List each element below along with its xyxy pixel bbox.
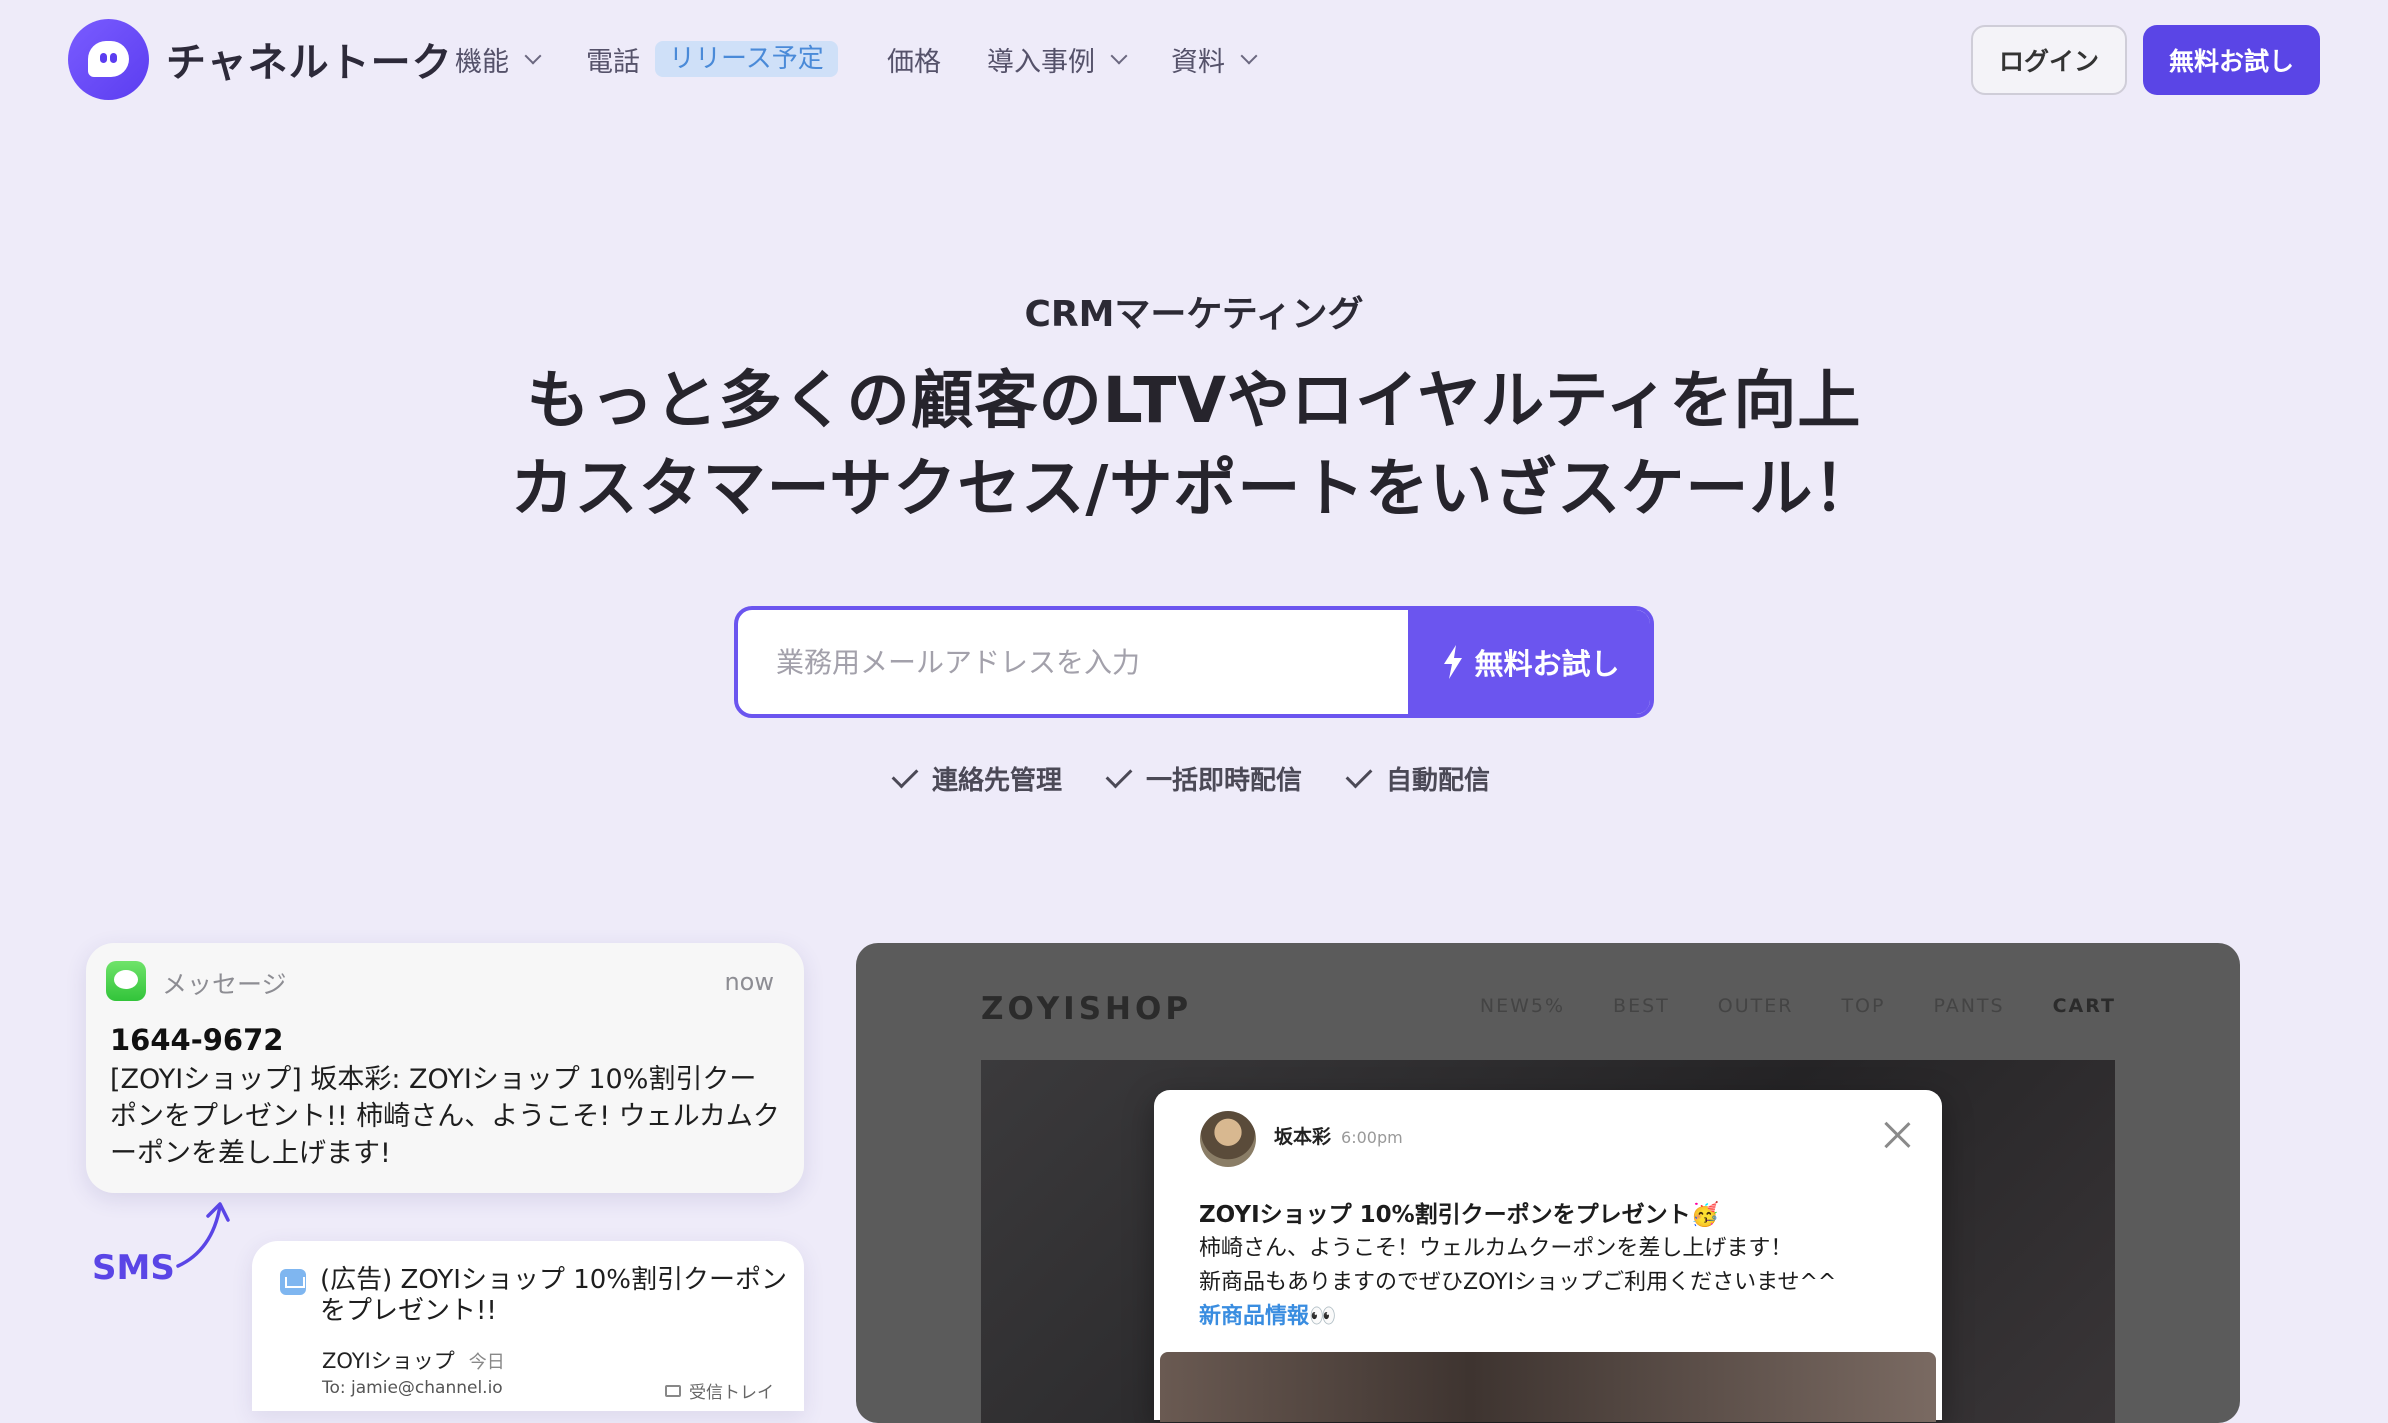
shop-nav-item: BEST bbox=[1613, 995, 1670, 1017]
close-icon[interactable] bbox=[1882, 1120, 1912, 1150]
mail-icon bbox=[280, 1269, 306, 1295]
feature-item: 連絡先管理 bbox=[891, 760, 1062, 797]
nav-item-label: 資料 bbox=[1171, 47, 1225, 78]
email-sender: ZOYIショップ 今日 bbox=[322, 1345, 505, 1375]
signup-form: 無料お試し bbox=[734, 606, 1654, 718]
nav-item-pricing[interactable]: 価格 bbox=[887, 40, 941, 79]
email-input[interactable] bbox=[738, 610, 1408, 714]
feature-label: 連絡先管理 bbox=[931, 766, 1062, 796]
check-icon bbox=[1345, 761, 1373, 788]
nav-item-label: 機能 bbox=[455, 47, 509, 78]
shop-nav-cart: CART bbox=[2052, 995, 2116, 1017]
nav-item-features[interactable]: 機能 bbox=[455, 40, 542, 79]
nav-item-label: 電話 bbox=[586, 47, 640, 78]
avatar bbox=[1200, 1111, 1256, 1167]
shop-nav-item: NEW5% bbox=[1479, 995, 1566, 1017]
popup-image bbox=[1160, 1352, 1936, 1422]
hero-headline-line1: もっと多くの顧客のLTVやロイヤルティを向上 bbox=[526, 364, 1862, 437]
email-recipient: To: jamie@channel.io bbox=[322, 1378, 503, 1398]
nav-item-phone[interactable]: 電話 bbox=[586, 40, 640, 79]
popup-line: 柿崎さん、ようこそ！ウェルカムクーポンを差し上げます！ bbox=[1199, 1236, 1793, 1261]
lightning-icon bbox=[1444, 645, 1463, 679]
folder-icon bbox=[665, 1384, 681, 1397]
sms-notification-card: メッセージ now 1644-9672 [ZOYIショップ] 坂本彩: ZOYI… bbox=[86, 943, 804, 1193]
popup-link[interactable]: 新商品情報👀 bbox=[1199, 1298, 1336, 1330]
email-folder: 受信トレイ bbox=[665, 1378, 774, 1403]
feature-item: 一括即時配信 bbox=[1105, 760, 1302, 797]
messages-app-icon bbox=[106, 961, 146, 1001]
shop-nav-item: PANTS bbox=[1933, 995, 2005, 1017]
shop-logo: ZOYISHOP bbox=[981, 991, 1193, 1027]
popup-time: 6:00pm bbox=[1341, 1128, 1403, 1147]
chevron-down-icon bbox=[1240, 47, 1258, 64]
popup-title: ZOYIショップ 10%割引クーポンをプレゼント🥳 bbox=[1199, 1202, 1720, 1228]
chevron-down-icon bbox=[524, 47, 542, 64]
sms-sender: 1644-9672 bbox=[110, 1023, 284, 1057]
nav-item-resources[interactable]: 資料 bbox=[1171, 40, 1258, 79]
shop-nav-item: OUTER bbox=[1717, 995, 1794, 1017]
feature-item: 自動配信 bbox=[1345, 760, 1491, 797]
curved-arrow-icon bbox=[176, 1202, 230, 1268]
shop-nav-item: TOP bbox=[1841, 995, 1886, 1017]
sms-channel-label: SMS bbox=[92, 1248, 175, 1288]
hero-eyebrow: CRMマーケティング bbox=[1024, 294, 1364, 335]
feature-checklist: 連絡先管理 一括即時配信 自動配信 bbox=[0, 760, 2388, 797]
check-icon bbox=[1105, 761, 1133, 788]
nav-item-case-studies[interactable]: 導入事例 bbox=[987, 40, 1128, 79]
free-trial-button[interactable]: 無料お試し bbox=[2143, 25, 2320, 95]
sms-timestamp: now bbox=[724, 968, 774, 996]
email-folder-label: 受信トレイ bbox=[689, 1383, 774, 1403]
shop-nav: NEW5% BEST OUTER TOP PANTS CART bbox=[1480, 995, 2116, 1017]
popup-sender: 坂本彩 6:00pm bbox=[1274, 1122, 1403, 1149]
popup-line: 新商品もありますのでぜひZOYIショップご利用くださいませ^^ bbox=[1199, 1270, 1837, 1295]
email-date: 今日 bbox=[468, 1352, 505, 1373]
nav-item-label: 導入事例 bbox=[987, 47, 1095, 78]
hero-headline-line2: カスタマーサクセス/サポートをいざスケール！ bbox=[510, 452, 1878, 525]
check-icon bbox=[891, 761, 919, 788]
hero-trial-button[interactable]: 無料お試し bbox=[1408, 610, 1650, 714]
hero-trial-label: 無料お試し bbox=[1474, 647, 1620, 681]
popup-sender-name: 坂本彩 bbox=[1274, 1126, 1332, 1148]
feature-label: 自動配信 bbox=[1386, 766, 1491, 796]
top-nav: チャネルトーク 機能 電話 リリース予定 価格 導入事例 資料 ログイン 無料お… bbox=[0, 0, 2388, 120]
nav-item-label: 価格 bbox=[887, 47, 941, 78]
feature-label: 一括即時配信 bbox=[1145, 766, 1302, 796]
in-app-message-popup: 坂本彩 6:00pm ZOYIショップ 10%割引クーポンをプレゼント🥳 柿崎さん… bbox=[1154, 1090, 1942, 1422]
brand-name[interactable]: チャネルトーク bbox=[166, 30, 453, 88]
sms-body: [ZOYIショップ] 坂本彩: ZOYIショップ 10%割引クーポンをプレゼント… bbox=[110, 1064, 780, 1169]
email-sender-name: ZOYIショップ bbox=[322, 1349, 455, 1373]
chevron-down-icon bbox=[1110, 47, 1128, 64]
release-badge: リリース予定 bbox=[655, 41, 838, 77]
email-notification-card: (広告) ZOYIショップ 10%割引クーポンをプレゼント!! ZOYIショップ… bbox=[252, 1241, 804, 1411]
login-button[interactable]: ログイン bbox=[1971, 25, 2127, 95]
channel-talk-logo-icon[interactable] bbox=[68, 19, 149, 100]
sms-app-name: メッセージ bbox=[162, 970, 287, 999]
email-subject: (広告) ZOYIショップ 10%割引クーポンをプレゼント!! bbox=[320, 1265, 788, 1326]
